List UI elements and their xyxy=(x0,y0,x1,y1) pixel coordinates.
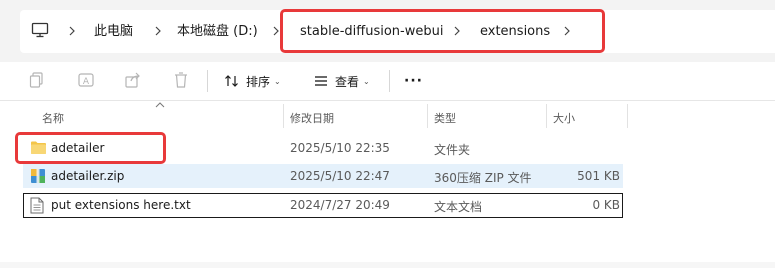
toolbar-separator xyxy=(207,70,208,92)
column-header-type[interactable]: 类型 xyxy=(434,110,456,126)
breadcrumb-item-local-disk[interactable]: 本地磁盘 (D:) xyxy=(177,24,258,40)
view-icon xyxy=(315,76,327,86)
column-divider[interactable] xyxy=(283,104,284,128)
file-date: 2024/7/27 20:49 xyxy=(290,198,390,212)
toolbar-divider xyxy=(0,100,775,101)
folder-highlight-box xyxy=(15,132,166,164)
file-type: 360压缩 ZIP 文件 xyxy=(434,171,532,185)
column-header-name[interactable]: 名称 xyxy=(42,110,64,126)
sort-ascending-icon xyxy=(155,102,165,108)
column-divider[interactable] xyxy=(627,104,628,128)
file-size: 0 KB xyxy=(592,198,620,212)
file-name: put extensions here.txt xyxy=(51,198,191,212)
chevron-right-icon[interactable] xyxy=(153,22,163,40)
sort-label: 排序 xyxy=(246,74,271,89)
breadcrumb-item-this-pc[interactable]: 此电脑 xyxy=(94,24,133,40)
file-row-selected[interactable]: adetailer.zip 2025/5/10 22:47 360压缩 ZIP … xyxy=(23,164,623,188)
file-row-focused[interactable]: put extensions here.txt 2024/7/27 20:49 … xyxy=(23,193,623,218)
text-file-icon xyxy=(30,197,44,214)
rename-icon[interactable]: A xyxy=(77,71,95,89)
delete-icon[interactable] xyxy=(172,71,190,89)
share-icon[interactable] xyxy=(124,71,142,89)
more-options-button[interactable]: ··· xyxy=(404,68,423,94)
command-bar xyxy=(0,62,775,100)
file-type: 文本文档 xyxy=(434,200,483,214)
toolbar-separator xyxy=(389,70,390,92)
computer-icon[interactable] xyxy=(31,22,49,38)
view-button[interactable]: 查看 ⌄ xyxy=(313,68,370,94)
copy-icon[interactable] xyxy=(28,71,46,89)
path-highlight-box xyxy=(280,9,605,53)
column-divider[interactable] xyxy=(546,104,547,128)
chevron-down-icon: ⌄ xyxy=(274,76,281,86)
file-type: 文件夹 xyxy=(434,143,471,157)
chevron-right-icon[interactable] xyxy=(67,22,77,40)
sort-button[interactable]: 排序 ⌄ xyxy=(224,68,281,94)
more-icon: ··· xyxy=(404,73,423,89)
column-header-date[interactable]: 修改日期 xyxy=(290,110,334,126)
chevron-down-icon: ⌄ xyxy=(363,76,370,86)
view-label: 查看 xyxy=(335,74,360,89)
svg-text:A: A xyxy=(83,77,90,87)
sort-icon xyxy=(225,75,238,87)
file-date: 2025/5/10 22:35 xyxy=(290,141,390,155)
column-divider[interactable] xyxy=(427,104,428,128)
column-header-size[interactable]: 大小 xyxy=(553,110,575,126)
file-size: 501 KB xyxy=(577,169,620,183)
scroll-edge xyxy=(0,262,775,268)
file-date: 2025/5/10 22:47 xyxy=(290,169,390,183)
zip-archive-icon xyxy=(31,169,45,183)
file-name: adetailer.zip xyxy=(51,169,125,183)
